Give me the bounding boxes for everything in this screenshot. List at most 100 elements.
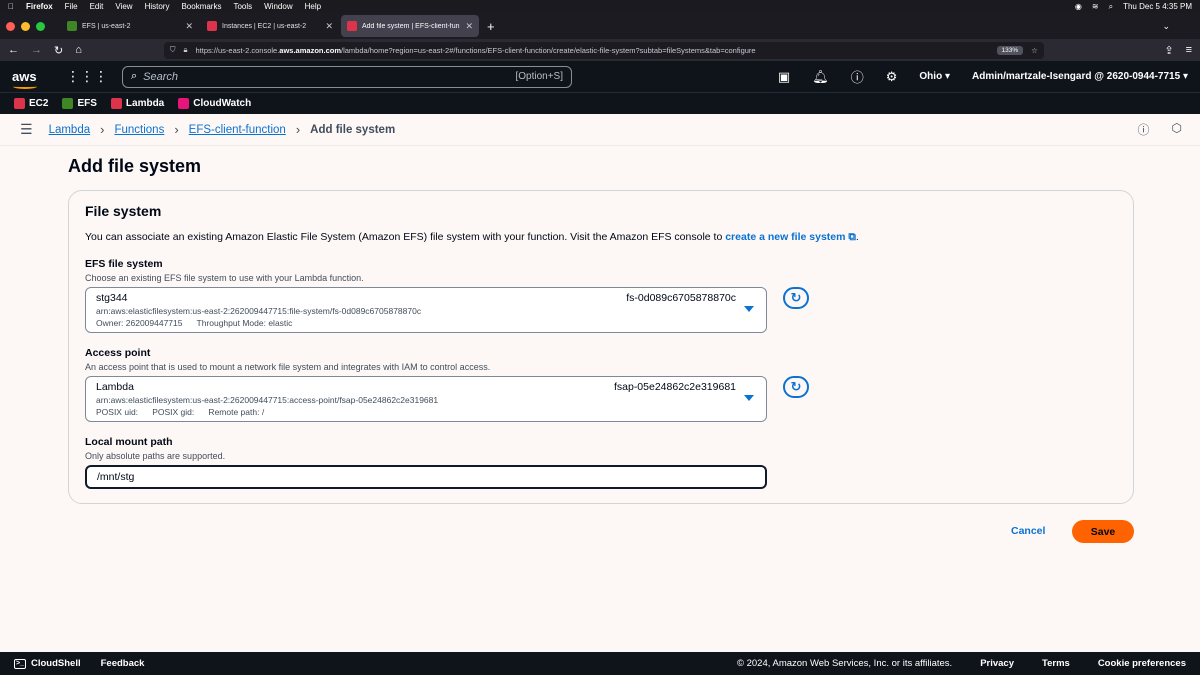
favorite-efs[interactable]: EFS bbox=[62, 98, 97, 109]
mount-path-label: Local mount path bbox=[85, 436, 173, 448]
breadcrumb-lambda[interactable]: Lambda bbox=[49, 124, 91, 136]
menu-clock[interactable]: Thu Dec 5 4:35 PM bbox=[1123, 2, 1192, 11]
tab-label: EFS | us-east-2 bbox=[82, 22, 131, 30]
browser-toolbar: ← → ↻ ⌂ ⛉ 🔒︎ https://us-east-2.console.a… bbox=[0, 39, 1200, 61]
reload-icon[interactable]: ↻ bbox=[54, 44, 63, 57]
mount-path-description: Only absolute paths are supported. bbox=[85, 451, 226, 461]
access-point-select[interactable]: Lambda fsap-05e24862c2e319681 arn:aws:el… bbox=[85, 376, 767, 422]
efs-description: Choose an existing EFS file system to us… bbox=[85, 273, 364, 283]
access-point-name: Lambda bbox=[96, 381, 134, 393]
save-button[interactable]: Save bbox=[1072, 520, 1134, 543]
search-icon: ⌕ bbox=[131, 70, 138, 82]
hamburger-menu-icon[interactable]: ☰ bbox=[20, 121, 33, 138]
mount-path-input[interactable]: /mnt/stg bbox=[85, 465, 767, 489]
minimize-window-button[interactable] bbox=[21, 21, 30, 31]
breadcrumb: ☰ Lambda › Functions › EFS-client-functi… bbox=[0, 114, 1200, 146]
url-bar[interactable]: ⛉ 🔒︎ https://us-east-2.console.aws.amazo… bbox=[163, 41, 1044, 59]
aws-smile-icon bbox=[13, 84, 37, 89]
favorite-lambda[interactable]: Lambda bbox=[110, 98, 164, 109]
create-file-system-link[interactable]: create a new file system ⧉ bbox=[725, 231, 856, 243]
chevron-right-icon: › bbox=[295, 122, 301, 137]
bell-icon[interactable]: 🔔︎ bbox=[812, 69, 829, 85]
breadcrumb-function[interactable]: EFS-client-function bbox=[189, 124, 286, 136]
shield-icon[interactable]: ⛉ bbox=[170, 45, 176, 55]
apple-icon[interactable]:  bbox=[8, 2, 14, 11]
cloudshell-icon: >_ bbox=[14, 658, 26, 669]
refresh-efs-button[interactable]: ↻ bbox=[783, 287, 809, 309]
page-title: Add file system bbox=[68, 156, 202, 176]
feedback-link[interactable]: Feedback bbox=[101, 658, 145, 669]
menu-tools[interactable]: Tools bbox=[233, 2, 252, 11]
panel-title: File system bbox=[85, 203, 162, 219]
efs-select[interactable]: stg344 fs-0d089c6705878870c arn:aws:elas… bbox=[85, 287, 767, 333]
efs-id: fs-0d089c6705878870c bbox=[626, 292, 736, 304]
aws-logo[interactable]: aws bbox=[12, 69, 42, 89]
wifi-icon[interactable]: ≋ bbox=[1092, 2, 1099, 11]
zoom-window-button[interactable] bbox=[36, 21, 45, 31]
settings-hex-icon[interactable]: ⬡ bbox=[1172, 121, 1182, 138]
bookmark-star-icon[interactable]: ☆ bbox=[1031, 46, 1038, 55]
browser-tab-strip: EFS | us-east-2 ✕ Instances | EC2 | us-e… bbox=[0, 13, 1200, 39]
help-icon[interactable]: ⓘ bbox=[851, 67, 864, 86]
account-menu[interactable]: Admin/martzale-Isengard @ 2620-0944-7715… bbox=[972, 71, 1188, 82]
ec2-favicon-icon bbox=[207, 21, 217, 31]
browser-tab-instances[interactable]: Instances | EC2 | us-east-2 ✕ bbox=[201, 15, 339, 37]
ec2-icon bbox=[14, 98, 25, 109]
tab-label: Add file system | EFS-client-fun bbox=[362, 22, 460, 30]
url-text[interactable]: https://us-east-2.console.aws.amazon.com… bbox=[196, 46, 989, 55]
panel-description: You can associate an existing Amazon Ela… bbox=[85, 231, 859, 243]
app-menu-icon[interactable]: ≡ bbox=[1186, 44, 1192, 56]
external-link-icon: ⧉ bbox=[848, 231, 856, 243]
services-grid-icon[interactable]: ⋮⋮⋮ bbox=[66, 68, 108, 85]
copyright-text: © 2024, Amazon Web Services, Inc. or its… bbox=[736, 658, 953, 669]
menu-app-name[interactable]: Firefox bbox=[26, 2, 53, 11]
breadcrumb-functions[interactable]: Functions bbox=[114, 124, 164, 136]
lock-icon[interactable]: 🔒︎ bbox=[184, 45, 188, 55]
menu-view[interactable]: View bbox=[115, 2, 132, 11]
cloudshell-icon[interactable]: ▣ bbox=[778, 69, 790, 85]
browser-tab-efs[interactable]: EFS | us-east-2 ✕ bbox=[61, 15, 199, 37]
info-icon[interactable]: ⓘ bbox=[1138, 121, 1150, 138]
back-arrow-icon[interactable]: ← bbox=[8, 44, 19, 56]
aws-search-input[interactable]: ⌕ Search [Option+S] bbox=[122, 65, 572, 88]
access-point-meta: POSIX uid: POSIX gid: Remote path: / bbox=[96, 407, 265, 417]
zoom-level-badge[interactable]: 133% bbox=[996, 45, 1024, 55]
search-placeholder: Search bbox=[143, 70, 179, 83]
close-window-button[interactable] bbox=[6, 21, 15, 31]
menu-help[interactable]: Help bbox=[305, 2, 321, 11]
home-icon[interactable]: ⌂ bbox=[75, 44, 82, 56]
extensions-icon[interactable]: ⇪ bbox=[1164, 44, 1173, 57]
refresh-access-point-button[interactable]: ↻ bbox=[783, 376, 809, 398]
chevron-down-icon[interactable]: ⌄ bbox=[1162, 21, 1170, 32]
gear-icon[interactable]: ⚙ bbox=[886, 69, 898, 85]
access-point-id: fsap-05e24862c2e319681 bbox=[613, 381, 736, 393]
close-tab-icon[interactable]: ✕ bbox=[185, 21, 193, 32]
new-tab-icon[interactable]: + bbox=[487, 19, 495, 34]
forward-arrow-icon[interactable]: → bbox=[31, 44, 42, 56]
menu-file[interactable]: File bbox=[65, 2, 78, 11]
efs-icon bbox=[62, 98, 74, 109]
lambda-favicon-icon bbox=[347, 21, 357, 31]
browser-tab-add-file-system[interactable]: Add file system | EFS-client-fun ✕ bbox=[341, 15, 479, 37]
close-tab-icon[interactable]: ✕ bbox=[325, 21, 333, 32]
cookie-preferences-link[interactable]: Cookie preferences bbox=[1098, 658, 1186, 669]
search-icon[interactable]: ⌕ bbox=[1109, 2, 1113, 12]
region-selector[interactable]: Ohio ▾ bbox=[919, 71, 950, 82]
close-tab-icon[interactable]: ✕ bbox=[465, 21, 473, 32]
menu-edit[interactable]: Edit bbox=[90, 2, 104, 11]
cloudshell-button[interactable]: >_ CloudShell bbox=[14, 658, 81, 669]
status-icon[interactable]: ◉ bbox=[1075, 2, 1082, 11]
terms-link[interactable]: Terms bbox=[1042, 658, 1070, 669]
menu-bookmarks[interactable]: Bookmarks bbox=[181, 2, 221, 11]
favorite-ec2[interactable]: EC2 bbox=[14, 98, 48, 109]
menu-history[interactable]: History bbox=[145, 2, 170, 11]
cancel-button[interactable]: Cancel bbox=[1011, 525, 1045, 537]
search-shortcut: [Option+S] bbox=[515, 71, 563, 82]
privacy-link[interactable]: Privacy bbox=[980, 658, 1014, 669]
console-footer: >_ CloudShell Feedback © 2024, Amazon Web… bbox=[0, 652, 1200, 675]
favorite-cloudwatch[interactable]: CloudWatch bbox=[178, 98, 251, 109]
menu-window[interactable]: Window bbox=[264, 2, 292, 11]
refresh-icon: ↻ bbox=[790, 290, 802, 305]
chevron-right-icon: › bbox=[100, 122, 105, 137]
chevron-right-icon: › bbox=[174, 122, 179, 137]
